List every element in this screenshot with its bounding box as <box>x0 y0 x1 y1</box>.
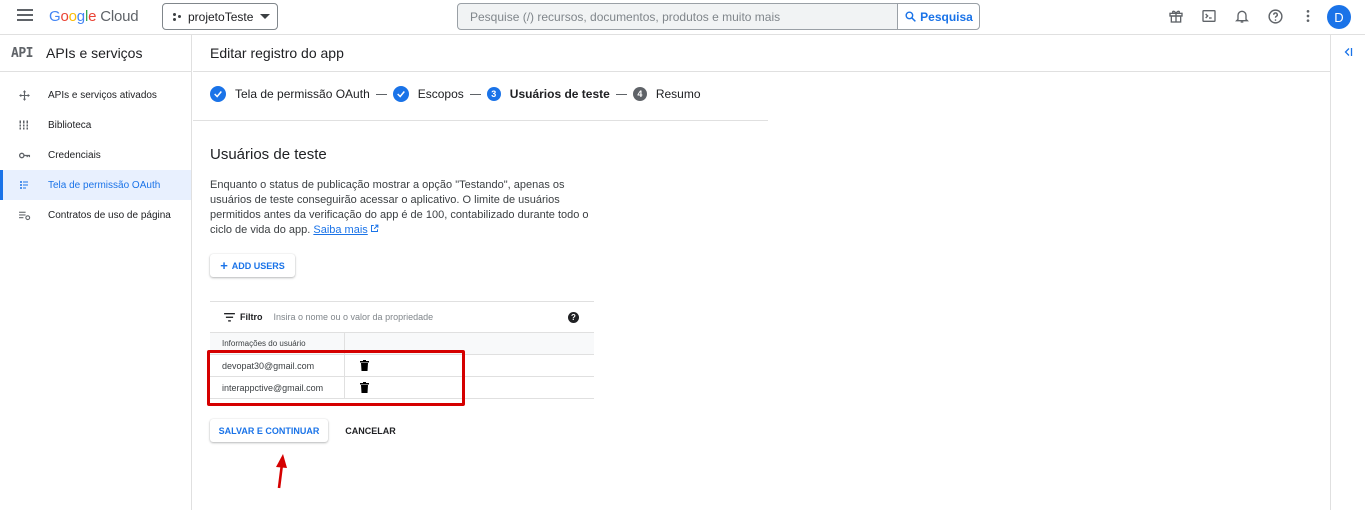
chevron-down-icon <box>260 14 270 19</box>
add-users-button[interactable]: + ADD USERS <box>210 254 295 277</box>
terminal-icon[interactable] <box>1199 6 1219 26</box>
step-number: 3 <box>486 87 501 101</box>
search-input[interactable] <box>458 4 897 29</box>
bell-icon[interactable] <box>1232 6 1252 26</box>
sidebar-item-library[interactable]: Biblioteca <box>0 110 191 140</box>
more-vert-icon[interactable] <box>1298 6 1318 26</box>
step-test-users[interactable]: 3 Usuários de teste <box>486 87 610 101</box>
sidebar: API APIs e serviços APIs e serviços ativ… <box>0 35 192 510</box>
help-icon[interactable] <box>1265 6 1285 26</box>
filter-label: Filtro <box>240 312 263 322</box>
check-circle-icon <box>392 86 409 102</box>
search-icon <box>905 11 917 22</box>
plus-icon: + <box>220 258 228 273</box>
step-scopes[interactable]: Escopos <box>392 86 464 102</box>
annotation-highlight-box <box>207 350 465 406</box>
check-circle-icon <box>210 86 226 102</box>
annotation-arrow-icon <box>276 454 287 489</box>
gift-icon[interactable] <box>1166 6 1186 26</box>
save-and-continue-button[interactable]: SALVAR E CONTINUAR <box>210 419 328 442</box>
sidebar-title: APIs e serviços <box>45 45 143 61</box>
external-link-icon <box>370 224 379 232</box>
project-icon <box>173 12 183 22</box>
right-rail <box>1330 35 1365 510</box>
step-separator <box>469 93 481 95</box>
step-separator <box>615 93 627 95</box>
sidebar-header: API APIs e serviços <box>0 35 191 72</box>
menu-icon[interactable] <box>17 9 33 23</box>
library-icon <box>17 118 31 132</box>
top-bar: GoogleCloud projetoTeste Pesquisa D <box>0 0 1365 35</box>
step-number: 4 <box>632 87 647 101</box>
settings-list-icon <box>17 208 31 222</box>
stepper: Tela de permissão OAuth Escopos 3 Usuári… <box>210 86 701 102</box>
sidebar-item-enabled-apis[interactable]: APIs e serviços ativados <box>0 80 191 110</box>
move-icon <box>17 88 31 102</box>
sidebar-item-oauth-consent[interactable]: Tela de permissão OAuth <box>0 170 191 200</box>
learn-more-link[interactable]: Saiba mais <box>313 224 367 236</box>
sidebar-item-page-usage-agreements[interactable]: Contratos de uso de página <box>0 200 191 230</box>
cancel-button[interactable]: CANCELAR <box>337 419 404 442</box>
filter-input[interactable] <box>273 312 568 322</box>
consent-icon <box>17 178 31 192</box>
filter-icon <box>224 312 235 322</box>
search-bar: Pesquisa <box>457 3 980 30</box>
google-cloud-logo[interactable]: Google Cloud <box>49 8 139 25</box>
help-icon[interactable]: ? <box>568 311 579 323</box>
step-oauth-consent[interactable]: Tela de permissão OAuth <box>210 86 370 102</box>
avatar[interactable]: D <box>1327 5 1351 29</box>
divider <box>193 120 768 121</box>
search-button[interactable]: Pesquisa <box>897 4 979 29</box>
section-description: Enquanto o status de publicação mostrar … <box>210 179 589 236</box>
step-summary[interactable]: 4 Resumo <box>632 87 701 101</box>
collapse-panel-icon[interactable] <box>1342 46 1354 58</box>
step-separator <box>375 93 387 95</box>
sidebar-item-credentials[interactable]: Credenciais <box>0 140 191 170</box>
project-name: projetoTeste <box>188 9 254 24</box>
filter-bar: Filtro ? <box>210 301 594 333</box>
section-title: Usuários de teste <box>210 146 327 163</box>
key-icon <box>17 148 31 162</box>
api-badge: API <box>11 45 33 61</box>
project-selector[interactable]: projetoTeste <box>162 3 278 30</box>
page-title: Editar registro do app <box>193 35 1330 72</box>
